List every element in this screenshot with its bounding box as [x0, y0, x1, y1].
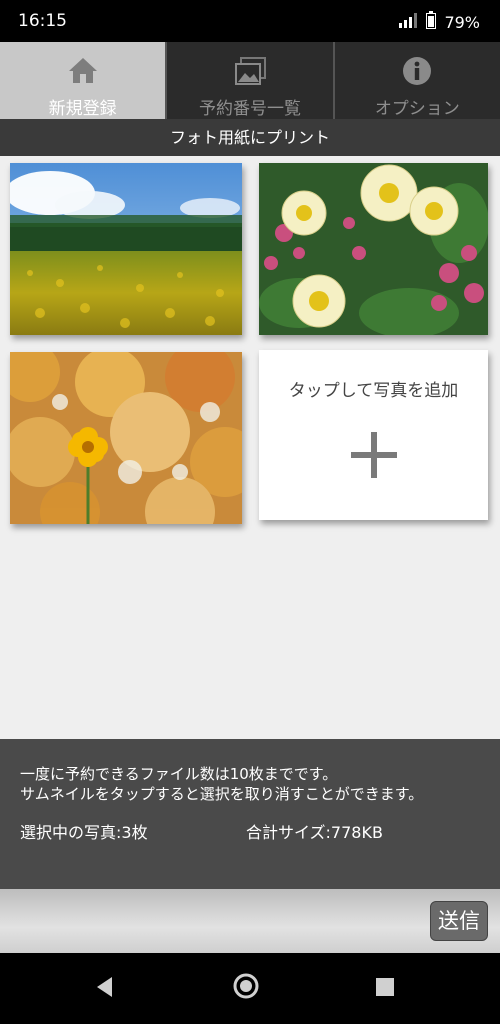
action-bar: 送信: [0, 889, 500, 953]
recents-icon[interactable]: [376, 978, 394, 1000]
plus-icon: [349, 430, 399, 484]
status-time: 16:15: [18, 11, 67, 31]
tab-new-registration[interactable]: 新規登録: [0, 42, 168, 119]
system-nav-bar: [0, 953, 500, 1024]
photo-thumbnail-3[interactable]: [10, 352, 242, 524]
tab-reservation-list[interactable]: 予約番号一覧: [167, 42, 335, 119]
battery-icon: [426, 11, 437, 33]
home-button-icon[interactable]: [232, 972, 260, 1004]
back-icon[interactable]: [96, 976, 114, 1002]
info-icon: [402, 56, 432, 90]
info-panel: 一度に予約できるファイル数は10枚までです。 サムネイルをタップすると選択を取り…: [0, 739, 500, 889]
status-bar: 16:15 79%: [0, 0, 500, 42]
gallery-icon: [234, 56, 266, 90]
info-text-deselect: サムネイルをタップすると選択を取り消すことができます。: [20, 785, 424, 803]
status-indicators: 79%: [398, 11, 480, 33]
signal-icon: [398, 12, 418, 32]
photo-thumbnail-2[interactable]: [259, 163, 488, 335]
tab-bar: 新規登録 予約番号一覧 オプション: [0, 42, 500, 119]
battery-level: 79%: [444, 12, 480, 32]
add-photo-label: タップして写真を追加: [288, 381, 459, 401]
send-button[interactable]: 送信: [430, 901, 488, 941]
tab-label: 予約番号一覧: [198, 99, 301, 119]
photo-grid: タップして写真を追加: [0, 156, 500, 739]
selected-count: 選択中の写真:3枚: [20, 823, 148, 842]
home-icon: [68, 56, 98, 88]
info-text-limit: 一度に予約できるファイル数は10枚までです。: [20, 765, 338, 783]
page-subtitle: フォト用紙にプリント: [0, 119, 500, 156]
tab-label: 新規登録: [48, 99, 117, 119]
total-size: 合計サイズ:778KB: [246, 823, 383, 842]
add-photo-button[interactable]: タップして写真を追加: [259, 350, 488, 520]
photo-thumbnail-1[interactable]: [10, 163, 242, 335]
tab-options[interactable]: オプション: [335, 42, 500, 119]
tab-label: オプション: [374, 99, 460, 119]
